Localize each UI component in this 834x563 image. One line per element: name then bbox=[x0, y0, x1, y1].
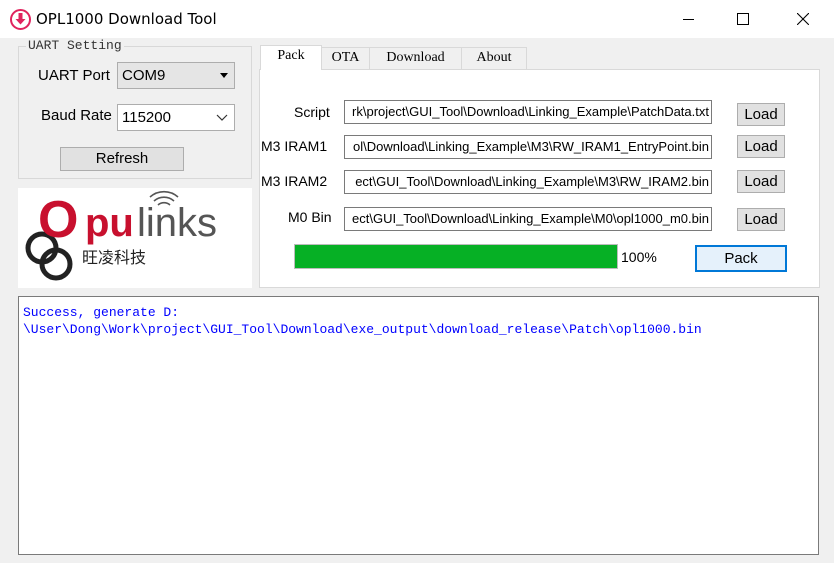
m3-iram1-path-value: ol\Download\Linking_Example\M3\RW_IRAM1_… bbox=[353, 139, 709, 154]
pack-progress-bar bbox=[294, 244, 618, 269]
tab-ota[interactable]: OTA bbox=[321, 47, 370, 69]
m3-iram1-path-field[interactable]: ol\Download\Linking_Example\M3\RW_IRAM1_… bbox=[344, 135, 712, 159]
logo-chinese-text: 旺凌科技 bbox=[82, 248, 147, 267]
script-load-button[interactable]: Load bbox=[737, 103, 785, 126]
script-path-field[interactable]: rk\project\GUI_Tool\Download\Linking_Exa… bbox=[344, 100, 712, 124]
logo-text-links: links bbox=[137, 201, 218, 245]
m3-iram1-load-button[interactable]: Load bbox=[737, 135, 785, 158]
baud-rate-label: Baud Rate bbox=[41, 107, 112, 124]
m3-iram2-label: M3 IRAM2 bbox=[261, 173, 328, 189]
logo-text-pu: pu bbox=[85, 201, 134, 245]
uart-setting-title: UART Setting bbox=[26, 38, 124, 53]
maximize-button[interactable] bbox=[720, 0, 766, 38]
pack-progress-fill bbox=[295, 245, 617, 268]
baud-rate-value: 115200 bbox=[122, 109, 171, 126]
script-label: Script bbox=[294, 104, 330, 120]
m3-iram1-label: M3 IRAM1 bbox=[261, 138, 328, 154]
tab-pack[interactable]: Pack bbox=[260, 45, 322, 70]
dropdown-arrow-icon bbox=[220, 73, 228, 78]
log-line: Success, generate D: bbox=[23, 305, 180, 320]
m3-iram2-path-field[interactable]: ect\GUI_Tool\Download\Linking_Example\M3… bbox=[344, 170, 712, 194]
m3-iram2-load-button[interactable]: Load bbox=[737, 170, 785, 193]
tab-download[interactable]: Download bbox=[369, 47, 462, 69]
title-bar: OPL1000 Download Tool bbox=[0, 0, 834, 38]
m3-iram2-path-value: ect\GUI_Tool\Download\Linking_Example\M3… bbox=[355, 174, 709, 189]
output-log[interactable]: Success, generate D: \User\Dong\Work\pro… bbox=[18, 296, 819, 555]
uart-port-select[interactable]: COM9 bbox=[117, 62, 235, 89]
baud-rate-select[interactable]: 115200 bbox=[117, 104, 235, 131]
window-title: OPL1000 Download Tool bbox=[36, 10, 217, 28]
pack-button[interactable]: Pack bbox=[695, 245, 787, 272]
m0-bin-path-field[interactable]: ect\GUI_Tool\Download\Linking_Example\M0… bbox=[344, 207, 712, 231]
maximize-icon bbox=[737, 13, 749, 25]
uart-port-label: UART Port bbox=[38, 67, 110, 84]
close-button[interactable] bbox=[780, 0, 826, 38]
m0-bin-load-button[interactable]: Load bbox=[737, 208, 785, 231]
pack-progress-text: 100% bbox=[621, 249, 657, 265]
m0-bin-path-value: ect\GUI_Tool\Download\Linking_Example\M0… bbox=[352, 211, 709, 226]
logo-letter-o: O bbox=[38, 191, 78, 249]
log-line: \User\Dong\Work\project\GUI_Tool\Downloa… bbox=[23, 322, 702, 337]
download-app-icon bbox=[10, 9, 31, 30]
minimize-icon bbox=[683, 19, 694, 20]
minimize-button[interactable] bbox=[666, 0, 712, 38]
opulinks-logo: O pu links 旺凌科技 bbox=[18, 188, 252, 288]
refresh-button[interactable]: Refresh bbox=[60, 147, 184, 171]
tab-about[interactable]: About bbox=[461, 47, 527, 69]
script-path-value: rk\project\GUI_Tool\Download\Linking_Exa… bbox=[352, 104, 709, 119]
chevron-down-icon bbox=[216, 114, 228, 121]
m0-bin-label: M0 Bin bbox=[288, 209, 332, 225]
uart-port-value: COM9 bbox=[122, 67, 166, 84]
close-icon bbox=[797, 13, 809, 25]
